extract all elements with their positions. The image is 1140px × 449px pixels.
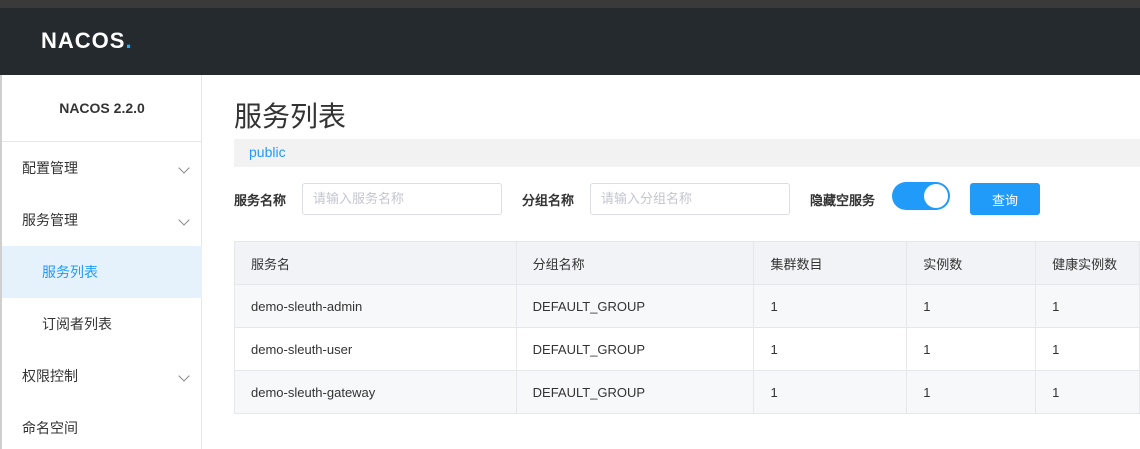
sidebar-item-namespace[interactable]: 命名空间	[2, 402, 202, 449]
cell-healthy-instance-count: 1	[1035, 370, 1140, 414]
sidebar-item-service-management[interactable]: 服务管理	[2, 194, 202, 246]
namespace-link[interactable]: public	[249, 144, 286, 160]
cell-service-name: demo-sleuth-admin	[234, 284, 517, 328]
window-top-strip	[0, 0, 1140, 8]
sidebar-item-config-management[interactable]: 配置管理	[2, 142, 202, 194]
cell-group-name: DEFAULT_GROUP	[515, 284, 755, 328]
cell-healthy-instance-count: 1	[1035, 327, 1140, 371]
cell-service-name: demo-sleuth-user	[234, 327, 517, 371]
group-name-input[interactable]	[590, 183, 790, 215]
cell-group-name: DEFAULT_GROUP	[515, 370, 755, 414]
column-header[interactable]: 健康实例数	[1035, 241, 1140, 285]
sidebar-item-label: 订阅者列表	[42, 317, 112, 333]
service-name-label: 服务名称	[234, 194, 287, 209]
top-header: NACOS.	[0, 8, 1140, 75]
sidebar-item-label: 命名空间	[22, 421, 78, 437]
sidebar-item-access-control[interactable]: 权限控制	[2, 350, 202, 402]
column-header[interactable]: 实例数	[906, 241, 1037, 285]
chevron-down-icon	[178, 370, 190, 382]
sidebar-version: NACOS 2.2.0	[2, 75, 202, 142]
cell-service-name: demo-sleuth-gateway	[234, 370, 517, 414]
page-title: 服务列表	[234, 100, 347, 133]
cell-instance-count: 1	[906, 284, 1037, 328]
cell-group-name: DEFAULT_GROUP	[515, 327, 755, 371]
cell-cluster-count: 1	[753, 327, 908, 371]
cell-healthy-instance-count: 1	[1035, 284, 1140, 328]
sidebar-item-service-list[interactable]: 服务列表	[2, 246, 202, 298]
table-row[interactable]: demo-sleuth-gateway DEFAULT_GROUP 1 1 1	[234, 370, 1140, 414]
sidebar-item-label: 配置管理	[22, 161, 78, 177]
main-content: 服务列表 public 服务名称 分组名称 隐藏空服务 查询 服务名 分组名称 …	[203, 75, 1140, 449]
nacos-logo[interactable]: NACOS.	[41, 28, 133, 54]
column-header[interactable]: 集群数目	[753, 241, 908, 285]
logo-dot: .	[125, 28, 133, 53]
column-header[interactable]: 分组名称	[515, 241, 755, 285]
service-name-input[interactable]	[302, 183, 502, 215]
toggle-knob	[924, 184, 948, 208]
table-row[interactable]: demo-sleuth-user DEFAULT_GROUP 1 1 1	[234, 327, 1140, 371]
sidebar-item-subscriber-list[interactable]: 订阅者列表	[2, 298, 202, 350]
cell-instance-count: 1	[906, 370, 1037, 414]
service-table: 服务名 分组名称 集群数目 实例数 健康实例数 demo-sleuth-admi…	[234, 241, 1140, 414]
cell-cluster-count: 1	[753, 370, 908, 414]
table-row[interactable]: demo-sleuth-admin DEFAULT_GROUP 1 1 1	[234, 284, 1140, 328]
sidebar: NACOS 2.2.0 配置管理 服务管理 服务列表 订阅者列表 权限控制 命名…	[0, 75, 202, 449]
logo-text: NACOS	[41, 28, 126, 53]
chevron-down-icon	[178, 214, 190, 226]
chevron-down-icon	[178, 162, 190, 174]
cell-cluster-count: 1	[753, 284, 908, 328]
group-name-label: 分组名称	[522, 194, 575, 209]
hide-empty-label: 隐藏空服务	[810, 194, 876, 209]
sidebar-item-label: 权限控制	[22, 369, 78, 385]
column-header[interactable]: 服务名	[234, 241, 517, 285]
namespace-bar: public	[234, 139, 1140, 167]
table-header-row: 服务名 分组名称 集群数目 实例数 健康实例数	[234, 241, 1140, 285]
cell-instance-count: 1	[906, 327, 1037, 371]
sidebar-item-label: 服务管理	[22, 213, 78, 229]
sidebar-item-label: 服务列表	[42, 265, 98, 281]
query-button[interactable]: 查询	[970, 183, 1040, 215]
hide-empty-toggle[interactable]	[892, 182, 950, 210]
